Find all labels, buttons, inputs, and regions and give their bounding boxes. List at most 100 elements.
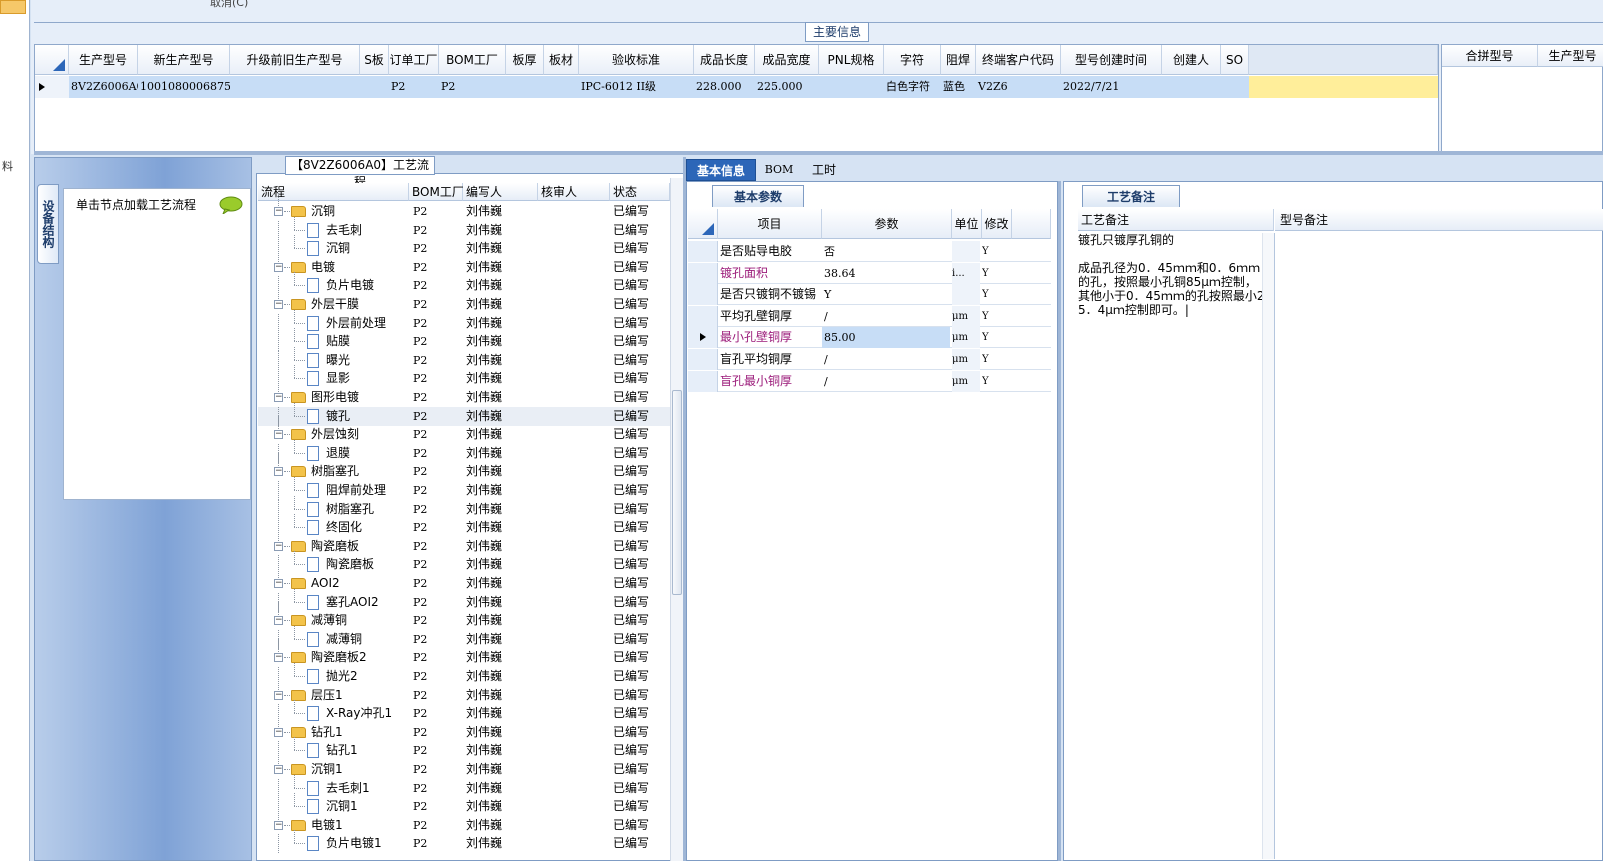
main-row-cell-8[interactable]: IPC-6012 II级 bbox=[579, 76, 694, 98]
tree-node[interactable]: − 陶瓷磨板 P2 刘伟巍 已编写 bbox=[258, 528, 670, 556]
main-row-cell-17[interactable] bbox=[1221, 76, 1249, 98]
tree-node[interactable]: 塞孔AOI2 P2 刘伟巍 已编写 bbox=[258, 589, 670, 612]
collapse-toggle-icon[interactable]: − bbox=[274, 300, 283, 309]
tree-node[interactable]: 显影 P2 刘伟巍 已编写 bbox=[258, 365, 670, 388]
main-row-cell-2[interactable] bbox=[230, 76, 360, 98]
main-row-cell-6[interactable] bbox=[506, 76, 544, 98]
process-remark-textarea[interactable]: 镀孔只镀厚孔铜的 成品孔径为0．45ｍｍ和0．6ｍｍ的孔，按照最小孔铜85μｍ控… bbox=[1078, 233, 1268, 859]
param-value[interactable]: / bbox=[822, 371, 950, 392]
main-row-cell-7[interactable] bbox=[544, 76, 579, 98]
main-row-cell-16[interactable] bbox=[1162, 76, 1221, 98]
tree-node[interactable]: 去毛刺 P2 刘伟巍 已编写 bbox=[258, 217, 670, 240]
param-row-indicator[interactable] bbox=[688, 327, 718, 349]
model-remark-textarea[interactable] bbox=[1276, 233, 1601, 859]
col-header-6[interactable]: 板厚 bbox=[506, 45, 544, 75]
tree-node[interactable]: − 层压1 P2 刘伟巍 已编写 bbox=[258, 677, 670, 705]
tree-node[interactable]: − 电镀1 P2 刘伟巍 已编写 bbox=[258, 807, 670, 835]
col-header-15[interactable]: 型号创建时间 bbox=[1061, 45, 1162, 75]
tree-node[interactable]: − 电镀 P2 刘伟巍 已编写 bbox=[258, 249, 670, 277]
tree-col-header-0[interactable]: 流程 bbox=[258, 183, 409, 201]
tree-node[interactable]: − 减薄铜 P2 刘伟巍 已编写 bbox=[258, 602, 670, 630]
tree-col-header-2[interactable]: 编写人 bbox=[463, 183, 538, 201]
param-col-header-3[interactable]: 修改 bbox=[982, 209, 1012, 239]
param-row-indicator[interactable] bbox=[688, 262, 718, 284]
tree-node[interactable]: 曝光 P2 刘伟巍 已编写 bbox=[258, 347, 670, 370]
param-value[interactable]: 38.64 bbox=[822, 263, 950, 284]
col-header-10[interactable]: 成品宽度 bbox=[755, 45, 819, 75]
tree-node[interactable]: − 沉铜 P2 刘伟巍 已编写 bbox=[258, 193, 670, 221]
remark-splitter[interactable] bbox=[1058, 157, 1061, 861]
col-header-9[interactable]: 成品长度 bbox=[694, 45, 755, 75]
param-col-header-0[interactable]: 项目 bbox=[718, 209, 822, 239]
col-header-8[interactable]: 验收标准 bbox=[579, 45, 694, 75]
col-header-12[interactable]: 字符 bbox=[884, 45, 941, 75]
tree-node[interactable]: 沉铜 P2 刘伟巍 已编写 bbox=[258, 235, 670, 258]
param-value[interactable]: Y bbox=[822, 284, 950, 305]
tree-node[interactable]: − 沉铜1 P2 刘伟巍 已编写 bbox=[258, 751, 670, 779]
tree-node[interactable]: 外层前处理 P2 刘伟巍 已编写 bbox=[258, 310, 670, 333]
param-value[interactable]: 85.00 bbox=[822, 327, 950, 349]
tree-node[interactable]: 减薄铜 P2 刘伟巍 已编写 bbox=[258, 626, 670, 649]
tree-node[interactable]: 钻孔1 P2 刘伟巍 已编写 bbox=[258, 737, 670, 760]
tree-node[interactable]: 镀孔 P2 刘伟巍 已编写 bbox=[258, 403, 670, 426]
tree-node[interactable]: − 图形电镀 P2 刘伟巍 已编写 bbox=[258, 379, 670, 407]
row-indicator[interactable] bbox=[35, 76, 69, 98]
col-header-3[interactable]: S板 bbox=[360, 45, 389, 75]
param-edit-flag[interactable]: Y bbox=[982, 284, 1010, 305]
tab-bom[interactable]: BOM bbox=[762, 159, 796, 181]
tree-node[interactable]: − AOI2 P2 刘伟巍 已编写 bbox=[258, 565, 670, 593]
param-col-header-2[interactable]: 单位 bbox=[952, 209, 982, 239]
param-col-header-1[interactable]: 参数 bbox=[822, 209, 952, 239]
collapse-toggle-icon[interactable]: − bbox=[274, 207, 283, 216]
col-header-7[interactable]: 板材 bbox=[544, 45, 579, 75]
col-header-4[interactable]: 订单工厂 bbox=[389, 45, 439, 75]
combine-col-header-0[interactable]: 合拼型号 bbox=[1442, 45, 1538, 67]
collapse-toggle-icon[interactable]: − bbox=[274, 616, 283, 625]
col-header-2[interactable]: 升级前旧生产型号 bbox=[230, 45, 360, 75]
tree-node[interactable]: X-Ray冲孔1 P2 刘伟巍 已编写 bbox=[258, 700, 670, 723]
cancel-button-cut[interactable]: 取消(C) bbox=[210, 0, 248, 10]
tree-node[interactable]: 负片电镀 P2 刘伟巍 已编写 bbox=[258, 272, 670, 295]
tree-col-header-1[interactable]: BOM工厂 bbox=[409, 183, 464, 201]
param-edit-flag[interactable]: Y bbox=[982, 327, 1010, 348]
param-edit-flag[interactable]: Y bbox=[982, 263, 1010, 284]
remark-scrollbar[interactable] bbox=[1262, 233, 1274, 859]
param-row-indicator[interactable] bbox=[688, 284, 718, 306]
collapse-toggle-icon[interactable]: − bbox=[274, 653, 283, 662]
param-value[interactable]: / bbox=[822, 306, 950, 327]
tree-node[interactable]: 陶瓷磨板 P2 刘伟巍 已编写 bbox=[258, 551, 670, 574]
main-row-cell-4[interactable]: P2 bbox=[389, 76, 439, 98]
param-row[interactable]: 镀孔面积 38.64 i... Y bbox=[688, 262, 1051, 284]
col-header-5[interactable]: BOM工厂 bbox=[439, 45, 506, 75]
param-edit-flag[interactable]: Y bbox=[982, 306, 1010, 327]
tree-node[interactable]: 负片电镀1 P2 刘伟巍 已编写 bbox=[258, 830, 670, 853]
collapse-toggle-icon[interactable]: − bbox=[274, 765, 283, 774]
param-row-indicator[interactable] bbox=[688, 241, 718, 262]
tree-node[interactable]: − 树脂塞孔 P2 刘伟巍 已编写 bbox=[258, 453, 670, 481]
main-row-cell-10[interactable]: 225.000 bbox=[755, 76, 819, 98]
tree-node[interactable]: − 钻孔1 P2 刘伟巍 已编写 bbox=[258, 714, 670, 742]
param-row[interactable]: 是否贴导电胶 否 Y bbox=[688, 241, 1051, 262]
param-row[interactable]: 是否只镀铜不镀锡 Y Y bbox=[688, 284, 1051, 306]
collapse-toggle-icon[interactable]: − bbox=[274, 467, 283, 476]
param-edit-flag[interactable]: Y bbox=[982, 241, 1010, 262]
main-row-cell-14[interactable]: V2Z6 bbox=[976, 76, 1061, 98]
main-row-cell-0[interactable]: 8V2Z6006A0 bbox=[69, 76, 138, 98]
col-header-1[interactable]: 新生产型号 bbox=[138, 45, 230, 75]
param-edit-flag[interactable]: Y bbox=[982, 349, 1010, 370]
tree-node[interactable]: − 外层蚀刻 P2 刘伟巍 已编写 bbox=[258, 416, 670, 444]
param-row-indicator[interactable] bbox=[688, 305, 718, 327]
col-header-16[interactable]: 创建人 bbox=[1162, 45, 1221, 75]
param-row[interactable]: 最小孔壁铜厚 85.00 μm Y bbox=[688, 327, 1051, 349]
tree-node[interactable]: 沉铜1 P2 刘伟巍 已编写 bbox=[258, 793, 670, 816]
device-structure-tab[interactable]: 设备结构 bbox=[37, 184, 59, 264]
param-row-indicator[interactable] bbox=[688, 370, 718, 392]
horizontal-splitter[interactable] bbox=[34, 151, 1603, 155]
main-info-tab[interactable]: 主要信息 bbox=[805, 22, 869, 42]
tree-col-header-4[interactable]: 状态 bbox=[610, 183, 670, 201]
combine-col-header-1[interactable]: 生产型号 bbox=[1538, 45, 1603, 67]
param-row-indicator[interactable] bbox=[688, 349, 718, 370]
param-row[interactable]: 平均孔壁铜厚 / μm Y bbox=[688, 305, 1051, 327]
collapse-toggle-icon[interactable]: − bbox=[274, 821, 283, 830]
param-row[interactable]: 盲孔最小铜厚 / μm Y bbox=[688, 370, 1051, 392]
